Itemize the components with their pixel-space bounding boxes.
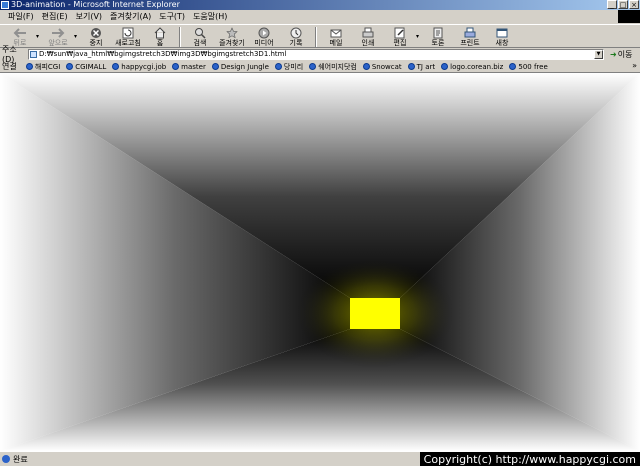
discuss-button[interactable]: 토론: [422, 25, 454, 48]
address-bar: 주소(D) D:₩sun₩java_html₩bgimgstretch3D₩im…: [0, 45, 640, 64]
stop-button[interactable]: 중지: [80, 25, 112, 48]
ie-link-icon: [509, 63, 517, 70]
link-item[interactable]: TJ art: [407, 63, 435, 71]
printer2-icon: [463, 26, 477, 39]
minimize-button[interactable]: _: [607, 0, 617, 9]
menu-file[interactable]: 파일(F): [4, 11, 38, 22]
history-button[interactable]: 기록: [280, 25, 312, 48]
windows-logo-icon: [618, 10, 640, 23]
stop-icon: [89, 26, 103, 39]
print-label: 인쇄: [361, 39, 375, 47]
link-item[interactable]: logo.corean.biz: [441, 63, 503, 71]
link-item[interactable]: 쉐어미지닷컴: [309, 62, 357, 72]
home-label: 홈: [156, 39, 164, 47]
link-item[interactable]: CGIMALL: [66, 63, 106, 71]
discuss-icon: [431, 26, 445, 39]
history-label: 기록: [289, 39, 303, 47]
corridor-end-light: [350, 298, 400, 329]
ie-link-icon: [172, 63, 180, 70]
edit-icon: [393, 26, 407, 39]
status-ie-icon: [2, 455, 10, 463]
favorites-button[interactable]: 즐겨찾기: [216, 25, 248, 48]
ie-link-icon: [309, 63, 317, 70]
ie-link-icon: [441, 63, 449, 70]
forward-label: 앞으로: [48, 39, 68, 47]
ie-link-icon: [362, 63, 370, 70]
mail-icon: [329, 26, 343, 39]
ie-link-icon: [112, 63, 120, 70]
status-text: 완료: [13, 454, 28, 464]
print-button[interactable]: 인쇄: [352, 25, 384, 48]
corridor-scene: [0, 73, 640, 451]
menu-edit[interactable]: 편집(E): [38, 11, 72, 22]
copyright-banner: Copyright(c) http://www.happycgi.com: [419, 452, 640, 466]
menu-bar: 파일(F) 편집(E) 보기(V) 즐겨찾기(A) 도구(T) 도움말(H): [0, 10, 640, 23]
media-button[interactable]: 미디어: [248, 25, 280, 48]
ie-icon: [1, 1, 9, 9]
link-item[interactable]: master: [172, 63, 206, 71]
link-item[interactable]: happycgi.job: [112, 63, 166, 71]
ie-link-icon: [211, 63, 219, 70]
close-button[interactable]: ×: [629, 0, 639, 9]
ie-link-icon: [26, 63, 33, 70]
menu-tools[interactable]: 도구(T): [155, 11, 189, 22]
mail-button[interactable]: 메일: [320, 25, 352, 48]
link-item[interactable]: Snowcat: [362, 63, 402, 71]
links-more-button[interactable]: »: [632, 61, 637, 70]
media-icon: [257, 26, 271, 39]
stop-label: 중지: [89, 39, 103, 47]
favorites-star-icon: [225, 26, 239, 39]
refresh-button[interactable]: 새로고침: [112, 25, 144, 48]
link-item[interactable]: Design Jungle: [211, 63, 269, 71]
address-value: D:₩sun₩java_html₩bgimgstretch3D₩img3D₩bg…: [39, 50, 287, 58]
ie-link-icon: [66, 63, 74, 70]
favorites-label: 즐겨찾기: [219, 39, 245, 47]
status-bar: 완료 Copyright(c) http://www.happycgi.com: [0, 451, 640, 466]
window-title: 3D-animation - Microsoft Internet Explor…: [11, 0, 180, 9]
new-window-button[interactable]: 새창: [486, 25, 518, 48]
toolbar: 뒤로 ▾ 앞으로 ▾ 중지 새로고침 홈 검색 즐겨찾기 미디어 기록 메일 인…: [0, 24, 640, 48]
mail-label: 메일: [329, 39, 343, 47]
ie-link-icon: [407, 63, 415, 70]
page-icon: [30, 50, 37, 58]
new-window-label: 새창: [495, 39, 509, 47]
links-label: 연결: [2, 62, 17, 71]
address-input[interactable]: D:₩sun₩java_html₩bgimgstretch3D₩img3D₩bg…: [28, 48, 604, 60]
media-label: 미디어: [254, 39, 274, 47]
title-bar: 3D-animation - Microsoft Internet Explor…: [0, 0, 640, 10]
menu-favorites[interactable]: 즐겨찾기(A): [106, 11, 155, 22]
forward-arrow-icon: [51, 26, 65, 39]
back-arrow-icon: [13, 26, 27, 39]
link-item[interactable]: 해피CGI: [26, 62, 60, 72]
refresh-label: 새로고침: [115, 39, 141, 47]
new-window-icon: [495, 26, 509, 39]
go-label: 이동: [617, 49, 633, 59]
maximize-button[interactable]: □: [618, 0, 628, 9]
refresh-icon: [121, 26, 135, 39]
history-icon: [289, 26, 303, 39]
search-button[interactable]: 검색: [184, 25, 216, 48]
forward-button[interactable]: 앞으로: [42, 25, 74, 48]
link-item[interactable]: 500 free: [509, 63, 548, 71]
go-button[interactable]: ➜ 이동: [610, 49, 632, 60]
links-bar: 연결 해피CGI CGIMALL happycgi.job master Des…: [0, 61, 640, 73]
home-button[interactable]: 홈: [144, 25, 176, 48]
search-icon: [193, 26, 207, 39]
link-item[interactable]: 당미리: [274, 62, 303, 72]
discuss-label: 토론: [431, 39, 445, 47]
edit-button[interactable]: 편집: [384, 25, 416, 48]
page-content: [0, 73, 640, 451]
print2-button[interactable]: 프린트: [454, 25, 486, 48]
menu-help[interactable]: 도움말(H): [189, 11, 231, 22]
address-dropdown-icon[interactable]: ▼: [594, 49, 603, 59]
printer-icon: [361, 26, 375, 39]
go-arrow-icon: ➜: [610, 49, 617, 59]
ie-link-icon: [274, 63, 282, 70]
search-label: 검색: [193, 39, 207, 47]
menu-view[interactable]: 보기(V): [72, 11, 106, 22]
edit-label: 편집: [393, 39, 407, 47]
home-icon: [153, 26, 167, 39]
print2-label: 프린트: [460, 39, 480, 47]
